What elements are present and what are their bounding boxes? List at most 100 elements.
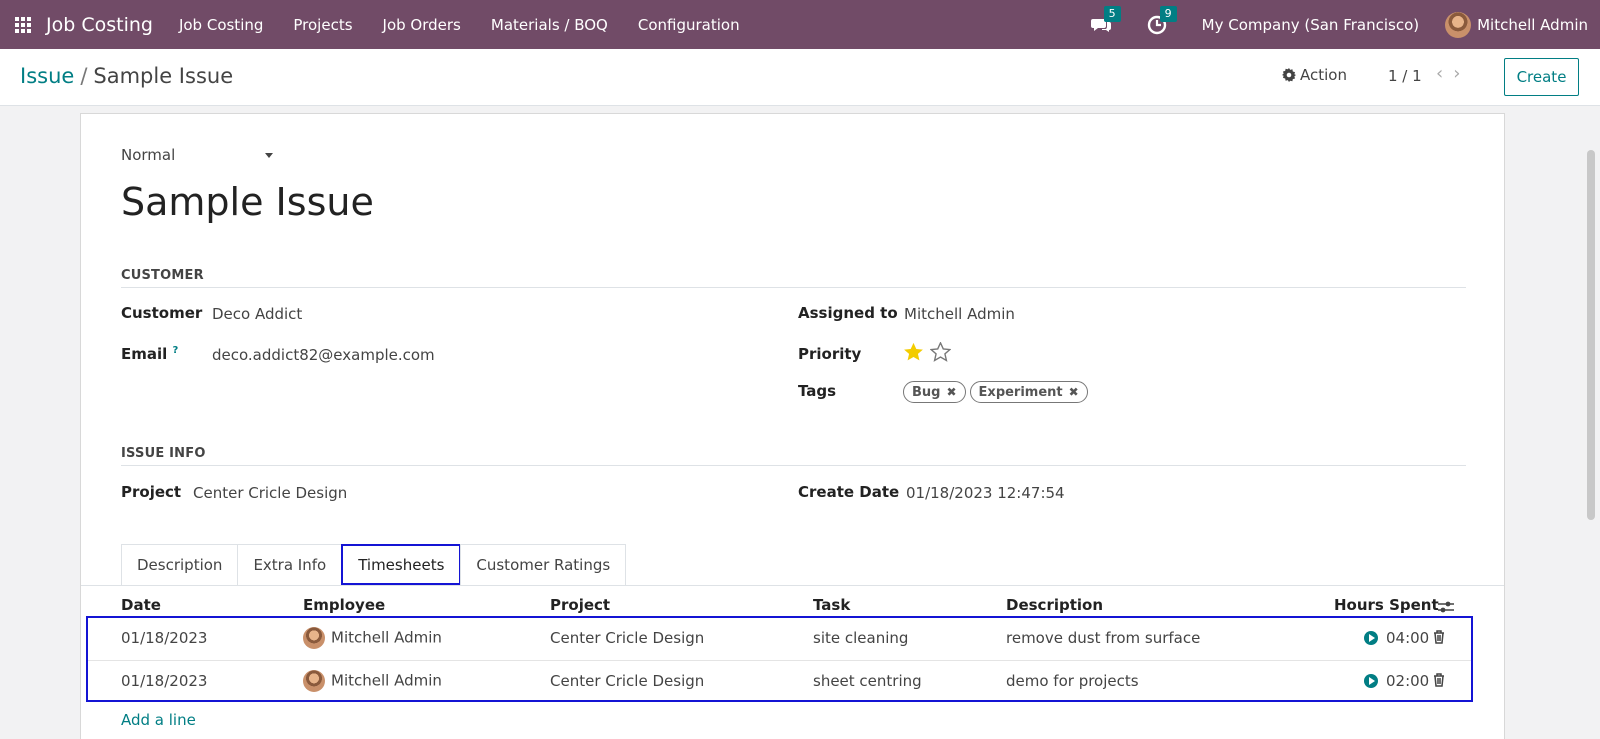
trash-icon[interactable] <box>1433 630 1445 644</box>
issue-title[interactable]: Sample Issue <box>121 180 374 224</box>
chevron-left-icon[interactable]: ‹ <box>1436 63 1443 84</box>
section-issue-info: ISSUE INFO <box>121 446 1466 466</box>
hours-value: 02:00 <box>1386 672 1430 690</box>
status-value: Normal <box>121 146 176 164</box>
employee-avatar <box>303 627 325 649</box>
table-row[interactable]: 01/18/2023 Mitchell Admin Center Cricle … <box>88 660 1471 701</box>
vertical-scrollbar[interactable] <box>1587 150 1595 520</box>
breadcrumb-current: Sample Issue <box>93 64 234 88</box>
pager-value[interactable]: 1 / 1 <box>1388 67 1422 85</box>
app-brand[interactable]: Job Costing <box>46 14 153 36</box>
chevron-right-icon[interactable]: › <box>1453 63 1460 84</box>
create-button[interactable]: Create <box>1504 58 1579 96</box>
top-navbar: Job Costing Job Costing Projects Job Ord… <box>0 0 1600 49</box>
tab-extra-info[interactable]: Extra Info <box>237 544 343 585</box>
col-project[interactable]: Project <box>550 596 610 614</box>
row-date: 01/18/2023 <box>121 629 208 647</box>
row-hours: 02:00 <box>1364 672 1429 690</box>
form-sheet: Normal Sample Issue CUSTOMER Customer De… <box>80 113 1505 739</box>
tags-field[interactable]: Bug ✖ Experiment ✖ <box>903 381 1092 403</box>
tag-label: Bug <box>912 384 941 400</box>
trash-icon[interactable] <box>1433 673 1445 687</box>
customer-field[interactable]: Deco Addict <box>212 305 302 323</box>
timesheet-rows: 01/18/2023 Mitchell Admin Center Cricle … <box>86 616 1473 702</box>
project-field[interactable]: Center Cricle Design <box>193 484 347 502</box>
assigned-label: Assigned to <box>798 304 898 322</box>
star-filled-icon[interactable] <box>903 342 924 362</box>
sliders-icon[interactable] <box>1438 600 1454 614</box>
play-icon[interactable] <box>1364 674 1378 688</box>
tag-bug: Bug ✖ <box>903 381 966 403</box>
row-employee: Mitchell Admin <box>303 627 442 649</box>
menu-job-orders[interactable]: Job Orders <box>383 16 461 34</box>
col-date[interactable]: Date <box>121 596 161 614</box>
caret-down-icon <box>265 153 273 158</box>
user-avatar <box>1445 11 1472 38</box>
row-task: sheet centring <box>813 672 922 690</box>
email-label: Email ? <box>121 345 178 363</box>
row-task: site cleaning <box>813 629 909 647</box>
employee-avatar <box>303 670 325 692</box>
assigned-field[interactable]: Mitchell Admin <box>904 305 1015 323</box>
action-label: Action <box>1300 66 1347 84</box>
close-icon[interactable]: ✖ <box>1069 385 1079 399</box>
messages-button[interactable]: 5 <box>1090 5 1121 36</box>
priority-label: Priority <box>798 345 862 363</box>
priority-widget <box>903 342 951 362</box>
tag-experiment: Experiment ✖ <box>969 381 1088 403</box>
row-project: Center Cricle Design <box>550 672 705 690</box>
col-employee[interactable]: Employee <box>303 596 385 614</box>
row-description: demo for projects <box>1006 672 1139 690</box>
breadcrumb: Issue / Sample Issue <box>20 64 233 88</box>
company-switcher[interactable]: My Company (San Francisco) <box>1202 16 1419 34</box>
activities-button[interactable]: 9 <box>1146 5 1177 36</box>
email-field[interactable]: deco.addict82@example.com <box>212 346 435 364</box>
pager-nav: ‹ › <box>1436 63 1460 84</box>
project-label: Project <box>121 483 182 501</box>
row-date: 01/18/2023 <box>121 672 208 690</box>
col-description[interactable]: Description <box>1006 596 1103 614</box>
breadcrumb-issue-link[interactable]: Issue <box>20 64 74 88</box>
star-empty-icon[interactable] <box>930 342 951 362</box>
gear-icon <box>1282 68 1296 82</box>
grid-icon <box>15 16 31 33</box>
row-employee: Mitchell Admin <box>303 670 442 692</box>
col-task[interactable]: Task <box>813 596 850 614</box>
messages-badge: 5 <box>1103 5 1121 22</box>
row-project: Center Cricle Design <box>550 629 705 647</box>
apps-menu-button[interactable] <box>0 0 46 49</box>
employee-name: Mitchell Admin <box>331 671 442 690</box>
menu-configuration[interactable]: Configuration <box>638 16 740 34</box>
add-line-link[interactable]: Add a line <box>121 711 196 729</box>
employee-name: Mitchell Admin <box>331 628 442 647</box>
col-hours-spent[interactable]: Hours Spent <box>1334 596 1439 614</box>
row-description: remove dust from surface <box>1006 629 1201 647</box>
hours-value: 04:00 <box>1386 629 1430 647</box>
tab-description[interactable]: Description <box>121 544 239 585</box>
tag-label: Experiment <box>978 384 1063 400</box>
tab-customer-ratings[interactable]: Customer Ratings <box>460 544 627 585</box>
create-date-value: 01/18/2023 12:47:54 <box>906 484 1065 502</box>
menu-projects[interactable]: Projects <box>293 16 352 34</box>
status-select[interactable]: Normal <box>121 146 273 164</box>
row-hours: 04:00 <box>1364 629 1429 647</box>
control-panel: Issue / Sample Issue Action 1 / 1 ‹ › Crea… <box>0 49 1600 106</box>
section-customer: CUSTOMER <box>121 268 1466 288</box>
notebook-tabs: Description Extra Info Timesheets Custom… <box>121 544 627 585</box>
action-menu-button[interactable]: Action <box>1282 66 1347 84</box>
tags-label: Tags <box>798 382 837 400</box>
play-icon[interactable] <box>1364 631 1378 645</box>
customer-label: Customer <box>121 304 203 322</box>
menu-materials-boq[interactable]: Materials / BOQ <box>491 16 608 34</box>
help-icon[interactable]: ? <box>173 345 179 356</box>
close-icon[interactable]: ✖ <box>946 385 956 399</box>
systray: 5 9 My Company (San Francisco) Mitchell … <box>1090 0 1600 49</box>
user-menu[interactable]: Mitchell Admin <box>1445 11 1588 38</box>
table-row[interactable]: 01/18/2023 Mitchell Admin Center Cricle … <box>88 618 1471 659</box>
tab-timesheets[interactable]: Timesheets <box>341 544 462 585</box>
activities-badge: 9 <box>1159 5 1177 22</box>
email-label-text: Email <box>121 345 168 363</box>
menu-job-costing[interactable]: Job Costing <box>179 16 263 34</box>
breadcrumb-separator: / <box>80 64 88 88</box>
user-name: Mitchell Admin <box>1477 15 1588 34</box>
